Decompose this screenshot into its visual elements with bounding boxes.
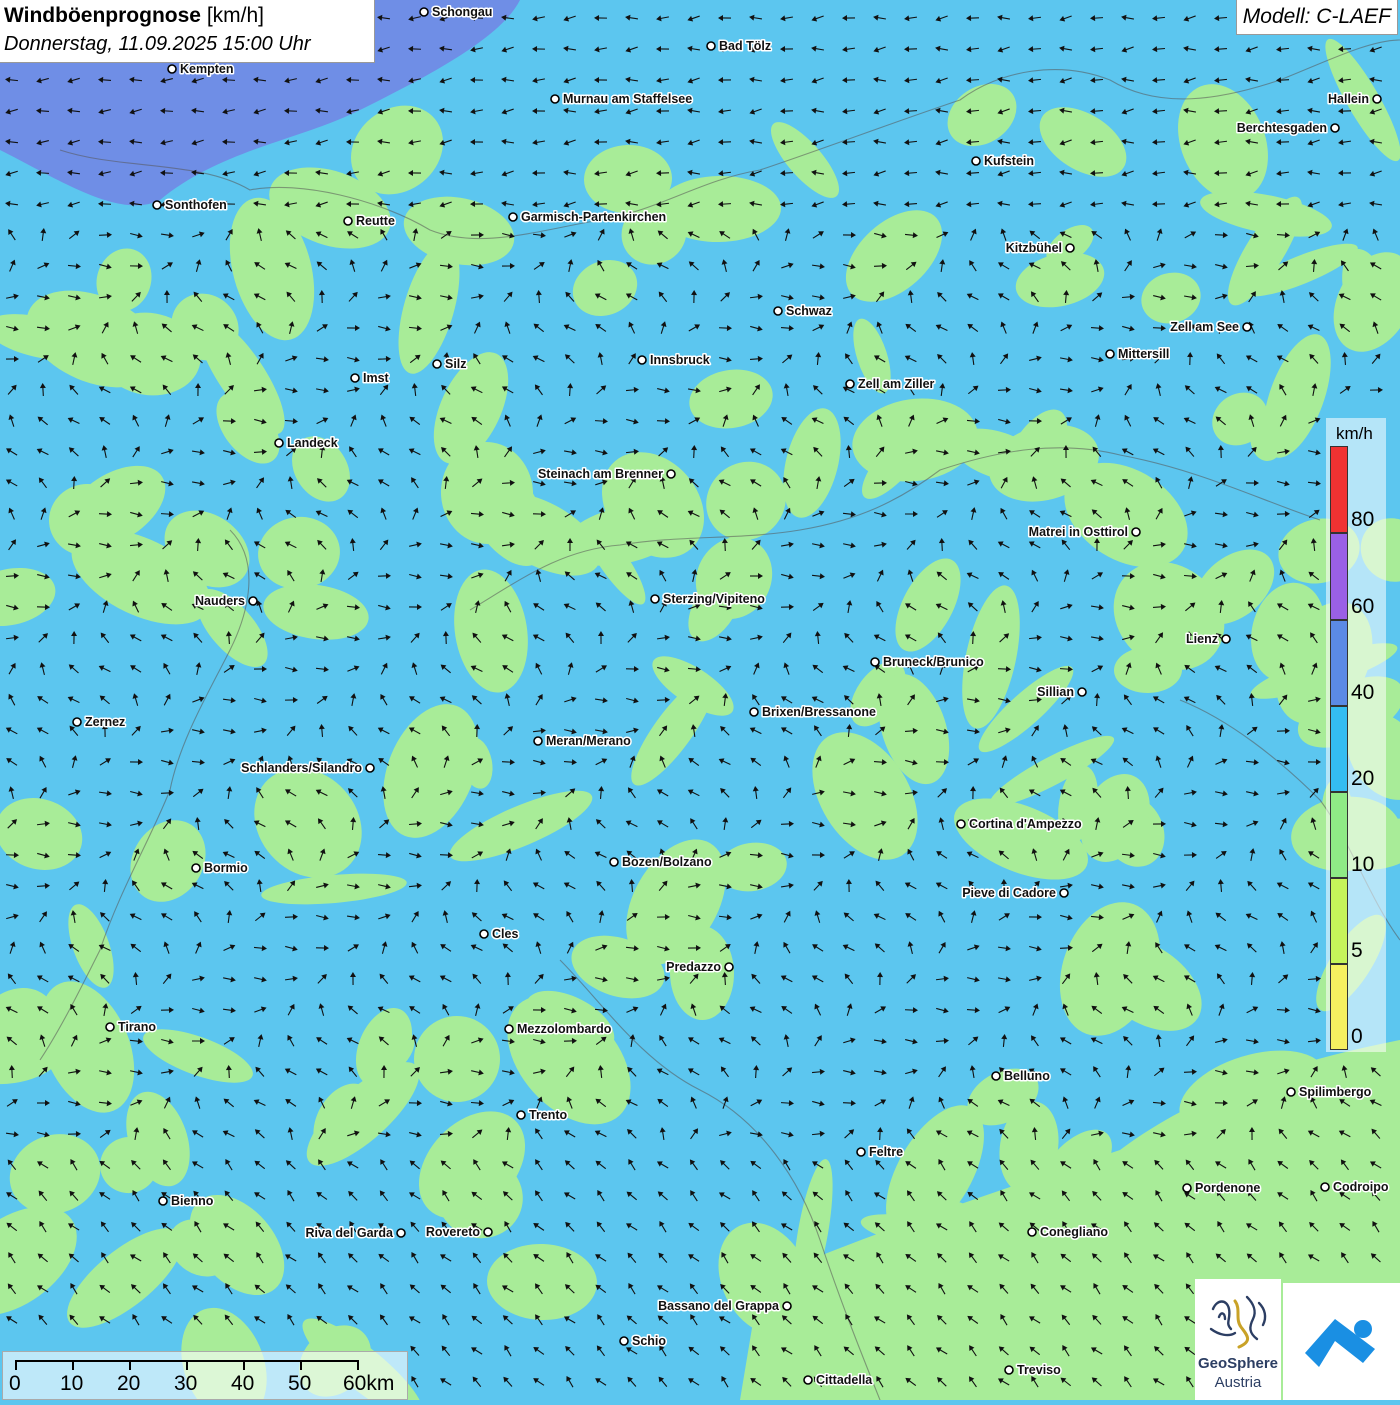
wind-gust-map[interactable]: SchongauBad TölzKemptenMurnau am Staffel… [0,0,1400,1400]
